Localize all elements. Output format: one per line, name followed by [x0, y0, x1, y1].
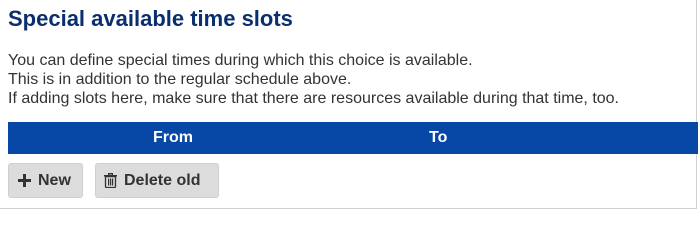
delete-old-button-label: Delete old: [124, 171, 201, 189]
new-button-label: New: [38, 171, 71, 189]
special-time-slots-panel: Special available time slots You can def…: [0, 0, 698, 209]
description-line: If adding slots here, make sure that the…: [8, 90, 619, 107]
section-title: Special available time slots: [8, 6, 293, 31]
delete-old-button[interactable]: Delete old: [95, 163, 219, 198]
time-slots-table-header: From To: [8, 122, 698, 154]
description-line: This is in addition to the regular sched…: [8, 71, 352, 88]
new-button[interactable]: New: [8, 163, 83, 198]
section-description: You can define special times during whic…: [8, 51, 619, 108]
plus-icon: [18, 174, 31, 187]
trash-icon: [104, 173, 117, 188]
column-header-from: From: [153, 129, 193, 146]
column-header-to: To: [429, 129, 448, 146]
description-line: You can define special times during whic…: [8, 52, 473, 69]
